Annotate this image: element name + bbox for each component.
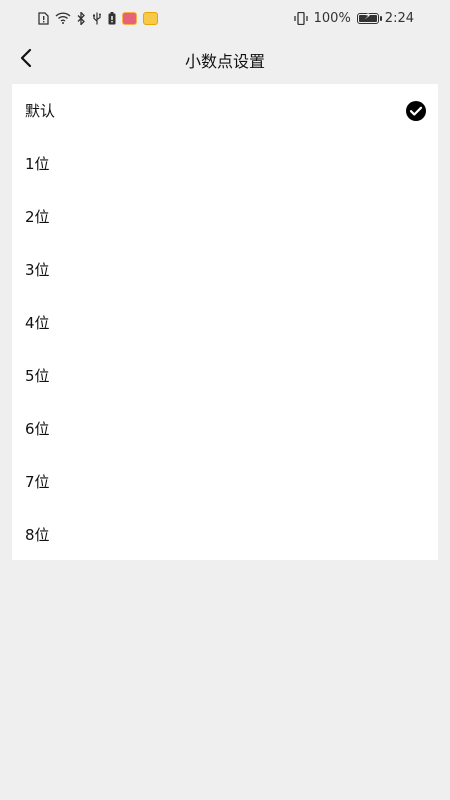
option-label: 3位 [25,261,50,279]
header: 小数点设置 [0,36,450,84]
wifi-icon [55,12,71,24]
option-label: 5位 [25,367,50,385]
sim-alert-icon [38,11,49,25]
status-bar: 100% ⚡ 2:24 [0,0,450,36]
check-circle-icon [406,100,426,121]
vibrate-icon [293,11,308,25]
option-6[interactable]: 6位 [12,402,438,455]
app-notification-icon [122,11,137,25]
option-1[interactable]: 1位 [12,137,438,190]
status-time: 2:24 [384,10,414,26]
option-default[interactable]: 默认 [12,84,438,137]
chevron-left-icon [19,48,33,72]
status-bar-left [38,11,158,25]
option-label: 4位 [25,314,50,332]
option-3[interactable]: 3位 [12,243,438,296]
option-label: 默认 [25,102,56,120]
status-bar-right: 100% ⚡ 2:24 [293,10,414,26]
option-4[interactable]: 4位 [12,296,438,349]
page-title: 小数点设置 [184,52,265,71]
option-label: 6位 [25,420,50,438]
option-5[interactable]: 5位 [12,349,438,402]
option-label: 7位 [25,473,50,491]
decimal-options-list: 默认 1位 2位 3位 4位 5位 6位 7位 8位 [12,84,438,560]
option-label: 2位 [25,208,50,226]
battery-level: 100% [313,10,351,26]
option-8[interactable]: 8位 [12,508,438,561]
battery-alert-icon [108,11,116,25]
option-2[interactable]: 2位 [12,190,438,243]
battery-charging-icon: ⚡ [356,10,382,24]
usb-icon [92,12,102,25]
option-label: 8位 [25,526,50,544]
option-7[interactable]: 7位 [12,455,438,508]
app-notification-icon [143,11,158,25]
back-button[interactable] [12,46,40,74]
option-label: 1位 [25,155,50,173]
charging-bolt-icon: ⚡ [364,10,372,22]
bluetooth-icon [77,11,86,25]
